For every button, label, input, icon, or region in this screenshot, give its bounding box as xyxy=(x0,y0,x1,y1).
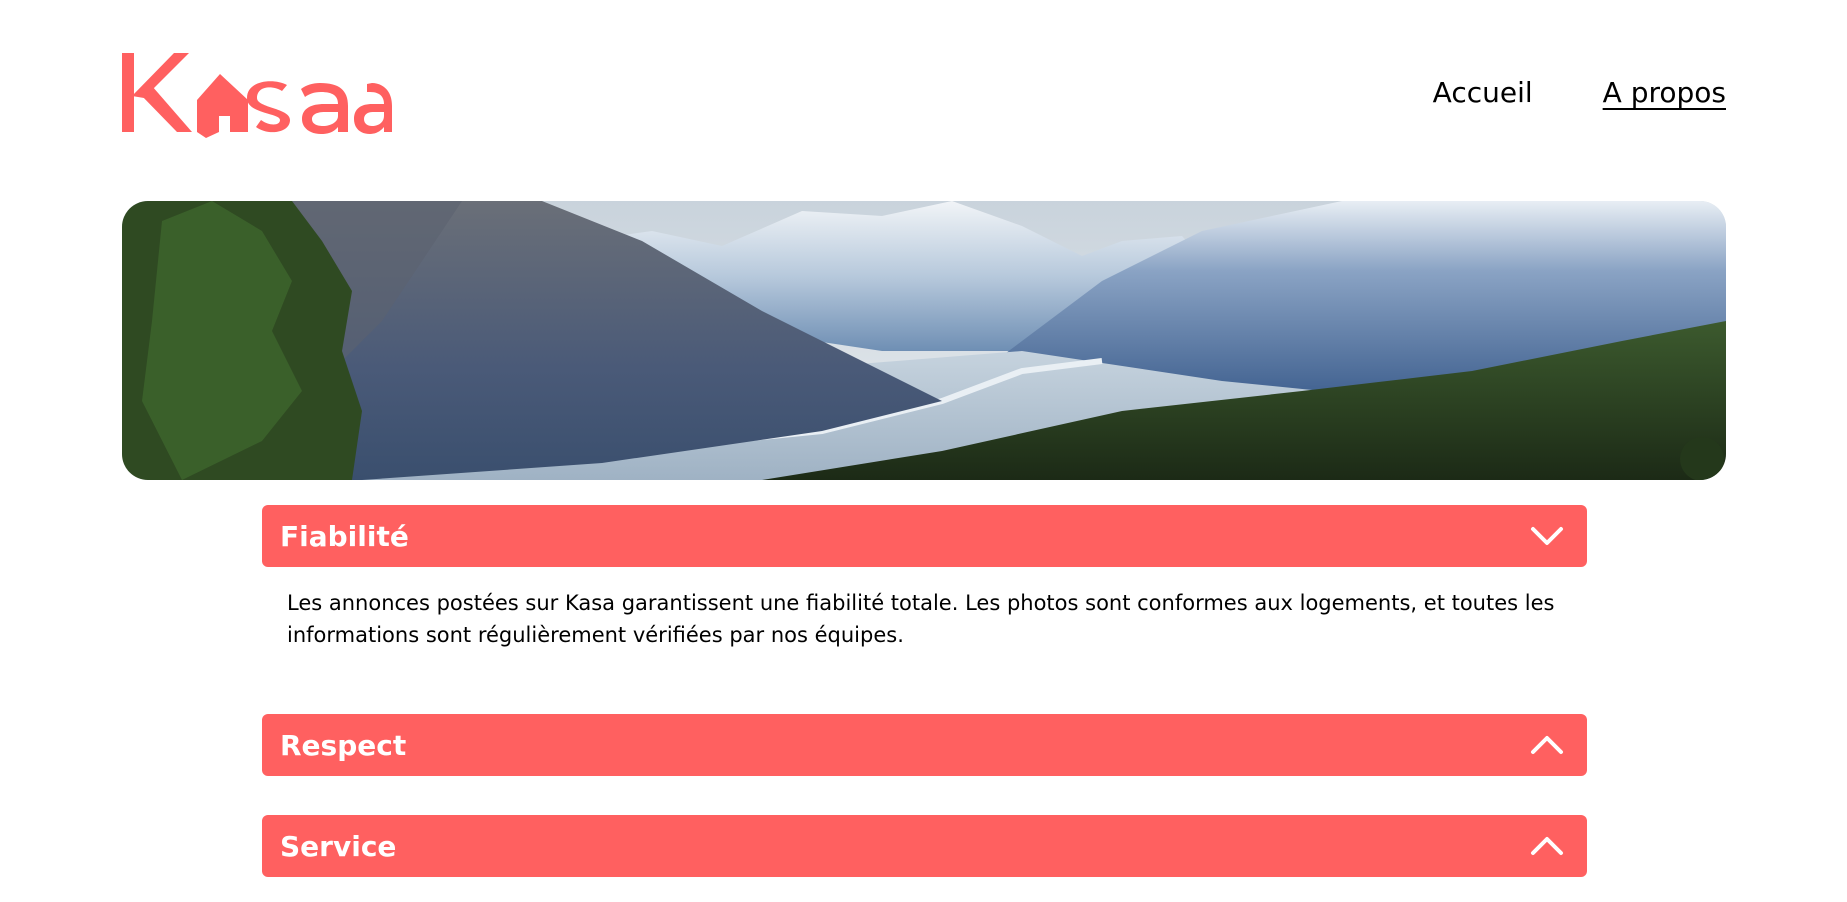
main-nav: Accueil A propos xyxy=(1433,76,1726,109)
kasa-logo-mark xyxy=(122,53,392,138)
about-banner-image xyxy=(122,201,1726,480)
collapse-title: Service xyxy=(280,829,397,863)
chevron-down-icon[interactable] xyxy=(1525,514,1569,558)
collapse-title: Fiabilité xyxy=(280,519,409,553)
chevron-up-icon[interactable] xyxy=(1525,723,1569,767)
collapse-respect: Respect xyxy=(262,714,1587,776)
collapse-content: Les annonces postées sur Kasa garantisse… xyxy=(287,591,1555,647)
chevron-up-icon[interactable] xyxy=(1525,824,1569,868)
collapse-title: Respect xyxy=(280,728,407,762)
collapse-header-service[interactable]: Service xyxy=(262,815,1587,877)
collapse-header-respect[interactable]: Respect xyxy=(262,714,1587,776)
nav-link-a-propos[interactable]: A propos xyxy=(1603,76,1726,109)
mountain-landscape-image xyxy=(122,201,1726,480)
nav-link-accueil[interactable]: Accueil xyxy=(1433,76,1533,109)
collapse-header-fiabilite[interactable]: Fiabilité xyxy=(262,505,1587,567)
site-header: Accueil A propos xyxy=(122,50,1726,140)
collapse-fiabilite: Fiabilité Les annonces postées sur Kasa … xyxy=(262,505,1587,651)
kasa-logo[interactable] xyxy=(122,50,392,140)
collapse-service: Service xyxy=(262,815,1587,877)
about-page: Accueil A propos Fiabilité Les annonces … xyxy=(0,0,1847,902)
